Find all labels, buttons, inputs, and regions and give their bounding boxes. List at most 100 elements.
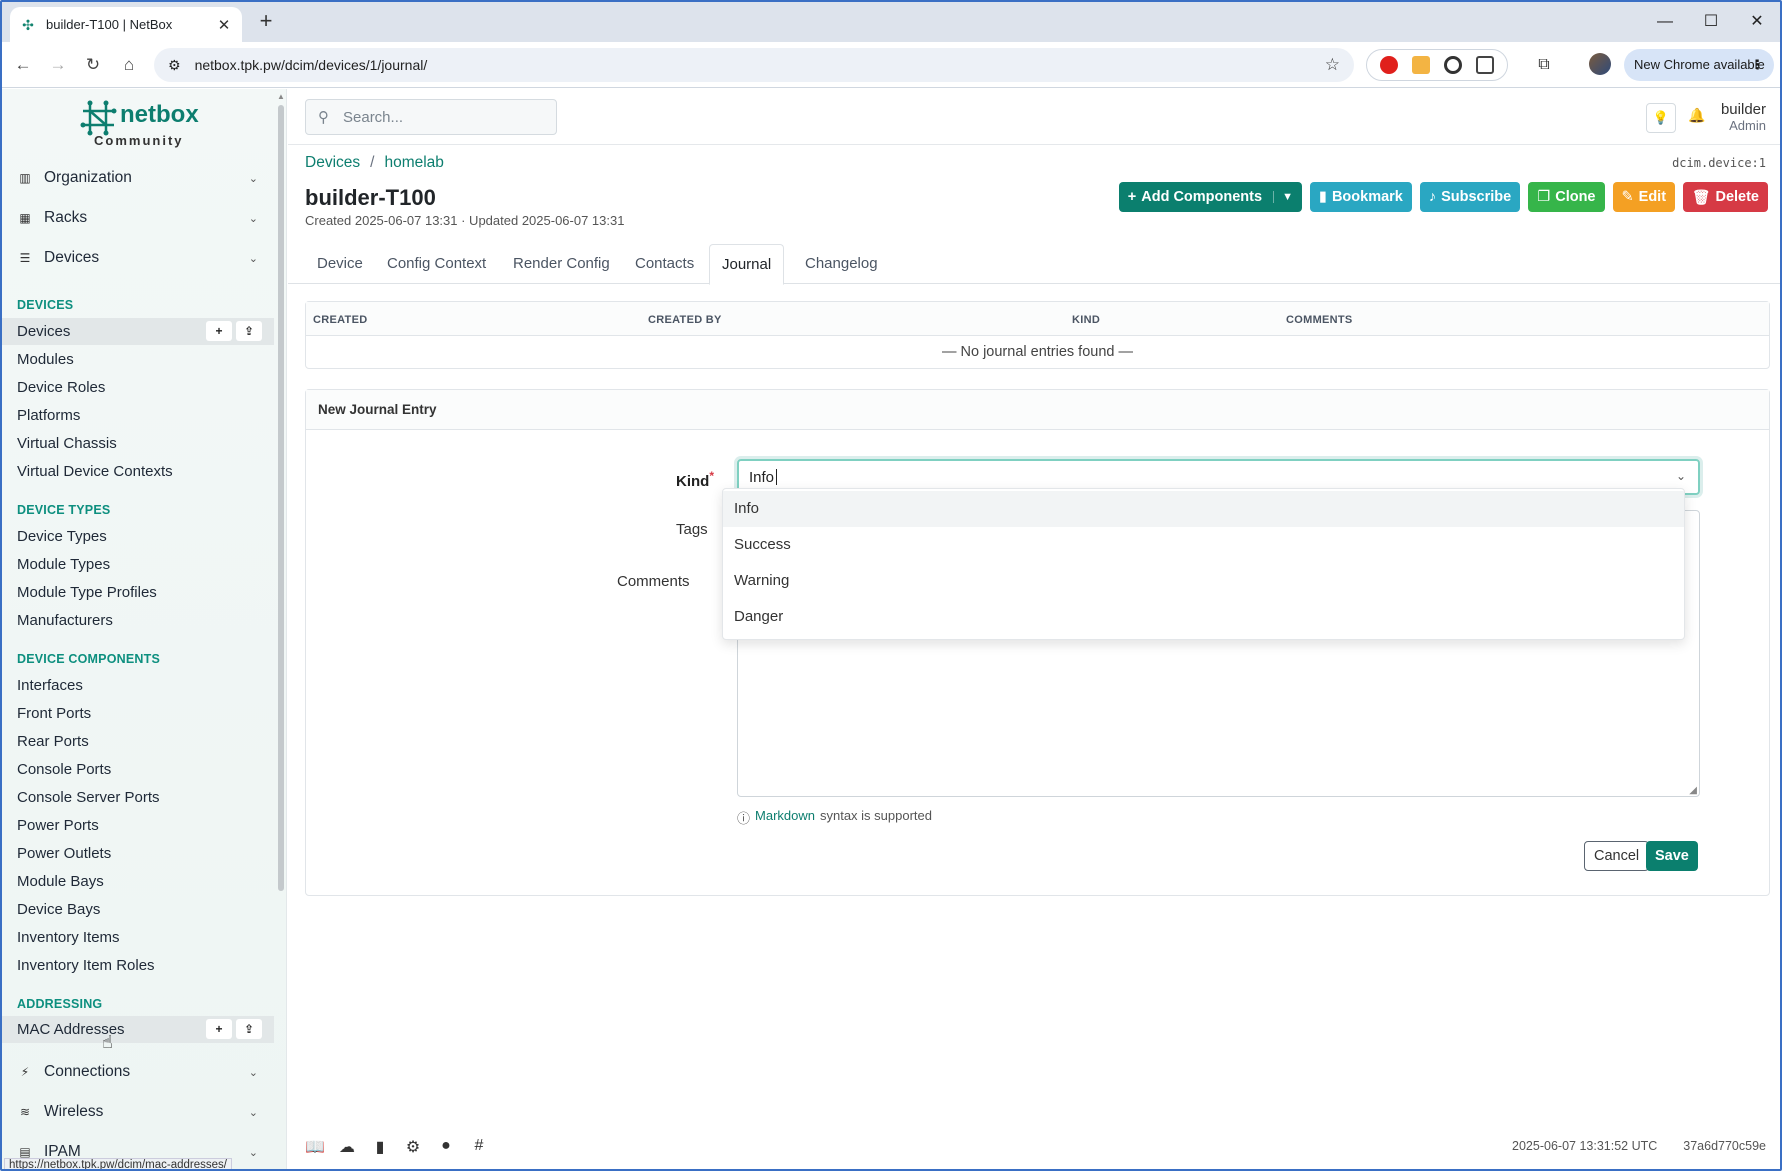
sidebar-item-rear-ports[interactable]: Rear Ports (2, 728, 274, 755)
sidebar-item-console-ports[interactable]: Console Ports (2, 756, 274, 783)
sidebar-item-device-types[interactable]: Device Types (2, 523, 274, 550)
column-kind[interactable]: KIND (1072, 314, 1100, 326)
menu-devices[interactable]: ☰ Devices ⌄ (2, 239, 274, 277)
forward-icon[interactable]: → (46, 53, 70, 77)
option-warning[interactable]: Warning (723, 563, 1684, 599)
import-icon[interactable]: ⇪ (236, 1019, 262, 1039)
minimize-icon[interactable]: — (1642, 2, 1688, 42)
sidebar-item-devices[interactable]: Devices + ⇪ (2, 318, 274, 345)
user-menu[interactable]: builder Admin (1721, 101, 1766, 133)
sidebar-item-device-bays[interactable]: Device Bays (2, 896, 274, 923)
theme-toggle-icon[interactable]: 💡 (1646, 103, 1676, 133)
cancel-button[interactable]: Cancel (1584, 841, 1650, 871)
book-icon[interactable]: ▮ (371, 1137, 389, 1157)
add-icon[interactable]: + (206, 1019, 232, 1039)
import-icon[interactable]: ⇪ (236, 321, 262, 341)
scroll-up-icon[interactable]: ▲ (276, 92, 286, 101)
sidebar-item-inventory-items[interactable]: Inventory Items (2, 924, 274, 951)
sidebar-item-platforms[interactable]: Platforms (2, 402, 274, 429)
subscribe-label: Subscribe (1441, 189, 1512, 205)
menu-organization[interactable]: ▥ Organization ⌄ (2, 159, 274, 197)
tags-label: Tags (676, 521, 708, 538)
new-tab-icon[interactable]: + (254, 10, 278, 34)
close-window-icon[interactable]: ✕ (1734, 2, 1780, 42)
api-icon[interactable]: ⚙ (404, 1137, 422, 1157)
maximize-icon[interactable]: ☐ (1688, 2, 1734, 42)
sidebar-item-module-types[interactable]: Module Types (2, 551, 274, 578)
tab-render-config[interactable]: Render Config (501, 244, 622, 284)
chevron-down-icon[interactable]: ▼ (1273, 191, 1293, 203)
resize-handle-icon[interactable]: ◢ (1689, 785, 1697, 796)
option-info[interactable]: Info (723, 491, 1684, 527)
option-success[interactable]: Success (723, 527, 1684, 563)
sidebar-item-module-type-profiles[interactable]: Module Type Profiles (2, 579, 274, 606)
new-journal-entry-card: New Journal Entry Kind* Tags Comments In… (305, 389, 1770, 896)
puzzle-extensions-icon[interactable] (1476, 56, 1494, 74)
url-field[interactable]: ⚙ netbox.tpk.pw/dcim/devices/1/journal/ … (154, 48, 1354, 82)
breadcrumb-devices[interactable]: Devices (305, 154, 360, 172)
sidebar-item-virtual-chassis[interactable]: Virtual Chassis (2, 430, 274, 457)
section-device-types: DEVICE TYPES (17, 503, 111, 517)
tab-search-icon[interactable]: ⧉ (1532, 53, 1556, 77)
tab-contacts[interactable]: Contacts (623, 244, 706, 284)
edit-button[interactable]: ✎ Edit (1612, 182, 1676, 212)
delete-button[interactable]: 🗑 Delete (1683, 182, 1768, 212)
sidebar-item-front-ports[interactable]: Front Ports (2, 700, 274, 727)
tab-config-context[interactable]: Config Context (375, 244, 498, 284)
menu-connections[interactable]: ⚡ Connections ⌄ (2, 1053, 274, 1091)
close-tab-icon[interactable]: ✕ (216, 16, 232, 34)
sidebar-item-interfaces[interactable]: Interfaces (2, 672, 274, 699)
bookmark-button[interactable]: ▮ Bookmark (1309, 182, 1412, 212)
search-input[interactable]: ⚲ Search... (305, 99, 557, 135)
tab-changelog[interactable]: Changelog (793, 244, 890, 284)
tab-device[interactable]: Device (305, 244, 375, 284)
cloud-icon[interactable]: ☁ (338, 1137, 356, 1157)
option-danger[interactable]: Danger (723, 599, 1684, 635)
new-chrome-button[interactable]: New Chrome available ⋮ (1624, 49, 1774, 81)
adblock-extension-icon[interactable] (1380, 56, 1398, 74)
tab-journal[interactable]: Journal (709, 244, 785, 285)
sidebar-item-device-roles[interactable]: Device Roles (2, 374, 274, 401)
clone-label: Clone (1555, 189, 1596, 205)
clone-button[interactable]: ❐ Clone (1528, 182, 1605, 212)
column-comments[interactable]: COMMENTS (1286, 314, 1353, 326)
menu-wireless[interactable]: ≋ Wireless ⌄ (2, 1093, 274, 1131)
settings-extension-icon[interactable] (1444, 56, 1462, 74)
chevron-down-icon[interactable]: ⌄ (1676, 469, 1686, 483)
sidebar-item-inventory-item-roles[interactable]: Inventory Item Roles (2, 952, 274, 979)
column-created-by[interactable]: CREATED BY (648, 314, 722, 326)
bookmark-star-icon[interactable]: ☆ (1325, 55, 1340, 75)
breadcrumb-homelab[interactable]: homelab (384, 154, 443, 172)
image-extension-icon[interactable] (1412, 56, 1430, 74)
docs-icon[interactable]: 📖 (305, 1137, 325, 1157)
add-components-button[interactable]: + Add Components ▼ (1118, 182, 1302, 212)
netbox-logo[interactable]: netbox Community (80, 99, 210, 151)
save-button[interactable]: Save (1646, 841, 1698, 871)
sidebar-item-console-server-ports[interactable]: Console Server Ports (2, 784, 274, 811)
sidebar-item-module-bays[interactable]: Module Bays (2, 868, 274, 895)
github-icon[interactable]: ● (437, 1137, 455, 1157)
menu-racks[interactable]: ▦ Racks ⌄ (2, 199, 274, 237)
reload-icon[interactable]: ↻ (81, 53, 105, 77)
notifications-bell-icon[interactable]: 🔔 (1688, 107, 1705, 124)
back-icon[interactable]: ← (11, 53, 35, 77)
markdown-link[interactable]: Markdown (755, 808, 815, 827)
sidebar-scrollbar[interactable] (278, 105, 284, 891)
status-bar-url: https://netbox.tpk.pw/dcim/mac-addresses… (4, 1158, 232, 1169)
sidebar-item-mac-addresses[interactable]: MAC Addresses + ⇪ (2, 1016, 274, 1043)
profile-avatar[interactable] (1589, 53, 1611, 75)
column-created[interactable]: CREATED (313, 314, 367, 326)
sidebar-item-manufacturers[interactable]: Manufacturers (2, 607, 274, 634)
sidebar-item-power-outlets[interactable]: Power Outlets (2, 840, 274, 867)
home-icon[interactable]: ⌂ (117, 53, 141, 77)
slack-icon[interactable]: # (470, 1137, 488, 1157)
text-caret (776, 469, 778, 485)
browser-tab[interactable]: ✣ builder-T100 | NetBox ✕ (10, 7, 242, 42)
sidebar-item-modules[interactable]: Modules (2, 346, 274, 373)
site-info-icon[interactable]: ⚙ (168, 57, 181, 74)
sidebar-item-power-ports[interactable]: Power Ports (2, 812, 274, 839)
chrome-menu-icon[interactable]: ⋮ (1751, 49, 1764, 81)
sidebar-item-virtual-device-contexts[interactable]: Virtual Device Contexts (2, 458, 274, 485)
subscribe-button[interactable]: ♪ Subscribe (1419, 182, 1521, 212)
add-icon[interactable]: + (206, 321, 232, 341)
